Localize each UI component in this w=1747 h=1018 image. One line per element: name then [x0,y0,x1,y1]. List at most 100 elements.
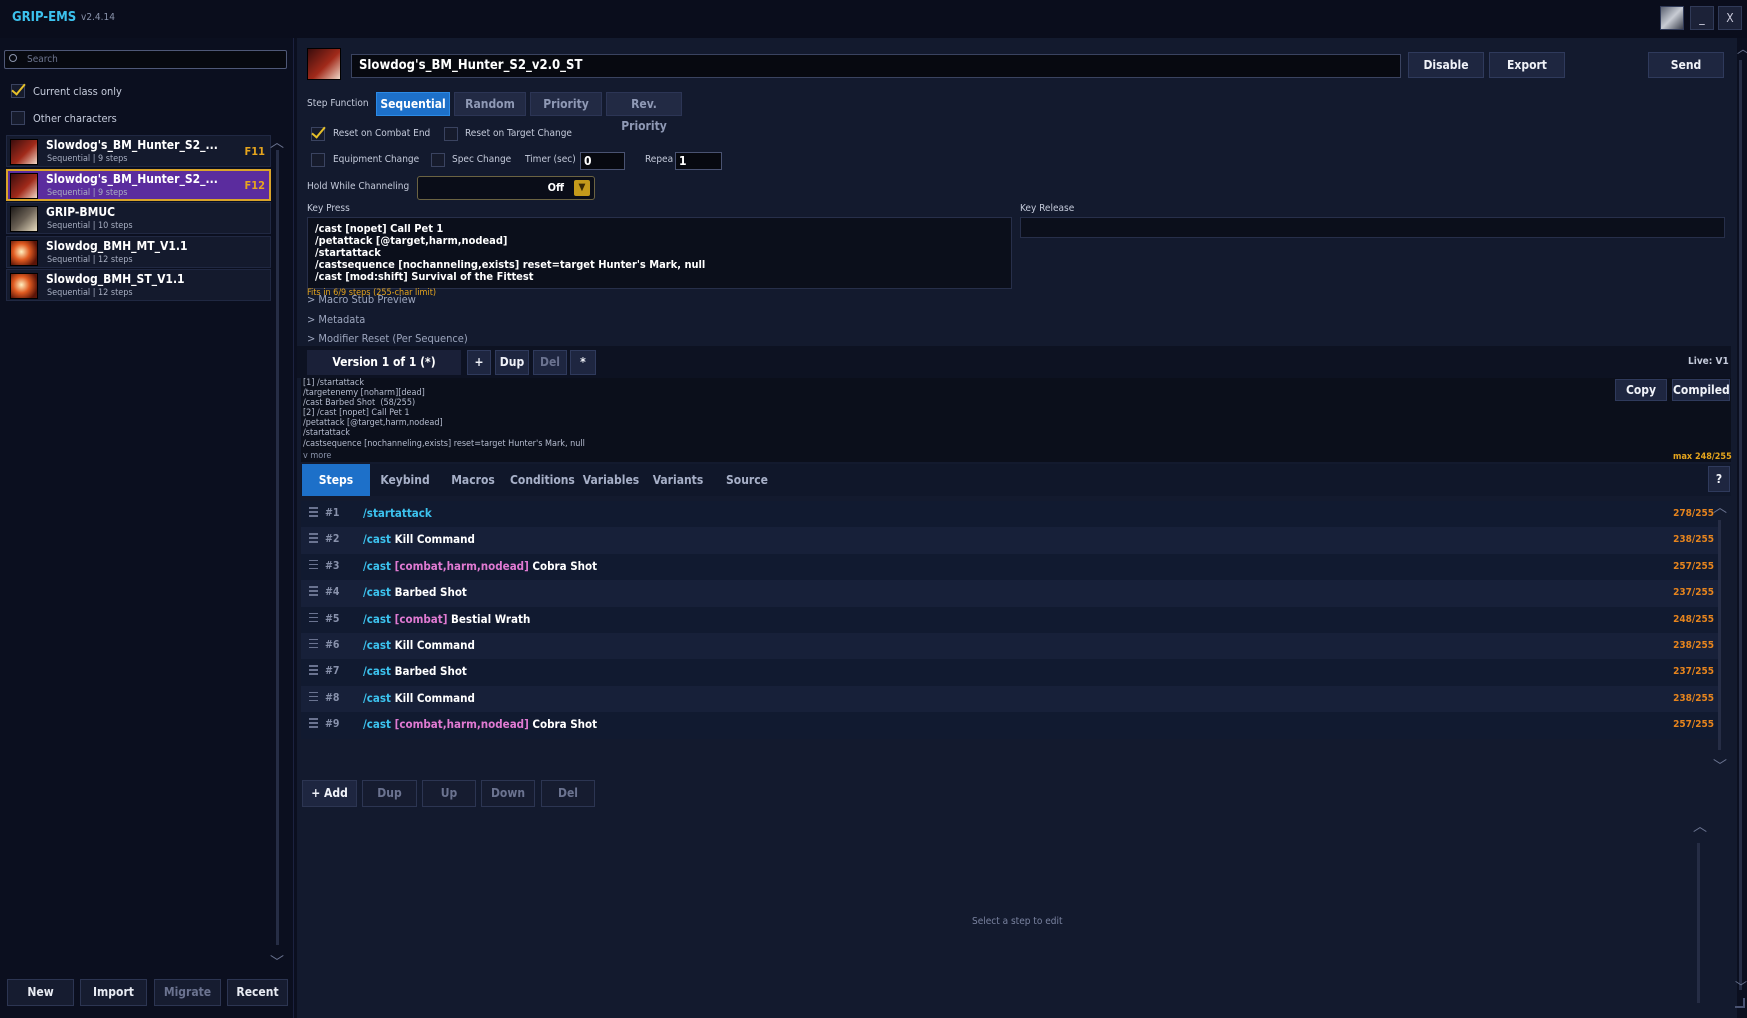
drag-handle-icon[interactable] [309,638,318,651]
main-scroll-down-icon[interactable]: ﹀ [1735,978,1747,995]
spec-change-checkbox[interactable] [431,153,445,167]
step-keyword: /cast [363,532,391,547]
minimap-icon[interactable] [1660,6,1684,30]
other-characters-checkbox[interactable] [11,111,25,125]
dup-step-button[interactable]: Dup [362,780,417,807]
drag-handle-icon[interactable] [309,665,318,677]
sequence-name: Slowdog's_BM_Hunter_S2_... [46,138,218,152]
reset-target-change-checkbox[interactable] [444,127,458,141]
tab-macros[interactable]: Macros [442,464,504,496]
hold-channeling-value: Off [547,181,564,194]
step-row[interactable]: #3/cast [combat,harm,nodead] Cobra Shot 2… [301,553,1718,581]
sequence-item[interactable]: Slowdog_BMH_ST_V1.1 Sequential | 12 step… [6,269,271,301]
version-label[interactable]: Version 1 of 1 (*) [307,350,461,375]
main-scroll-track[interactable] [1739,60,1742,990]
search-placeholder: Search [27,54,58,65]
step-row[interactable]: #1/startattack 278/255 [301,501,1718,528]
step-char-count: 237/255 [1673,587,1714,599]
timer-input[interactable]: 0 [580,152,625,170]
recent-button[interactable]: Recent [227,979,288,1006]
step-condition: [combat,harm,nodead] [394,558,529,573]
sequence-icon-large[interactable] [307,48,341,80]
drag-handle-icon[interactable] [309,691,318,704]
key-press-textarea[interactable]: /cast [nopet] Call Pet 1 /petattack [@ta… [307,217,1012,289]
version-dup-button[interactable]: Dup [495,350,529,375]
modifier-reset-section[interactable]: > Modifier Reset (Per Sequence) [307,332,468,345]
step-condition: [combat] [394,611,448,626]
tab-variables[interactable]: Variables [580,464,642,496]
tab-conditions[interactable]: Conditions [510,464,575,496]
minimize-button[interactable]: _ [1690,6,1714,30]
steps-scrollbar[interactable] [1718,520,1721,750]
copy-button[interactable]: Copy [1615,379,1667,401]
tab-keybind[interactable]: Keybind [374,464,436,496]
tab-source[interactable]: Source [716,464,778,496]
metadata-section[interactable]: > Metadata [307,313,365,326]
list-scroll-down-icon[interactable]: ﹀ [270,952,284,972]
del-step-button[interactable]: Del [541,780,595,807]
resize-grip-icon[interactable] [1735,998,1745,1008]
search-input[interactable]: Search [4,50,287,69]
drag-handle-icon[interactable] [309,559,318,572]
tab-variants[interactable]: Variants [647,464,709,496]
key-release-textarea[interactable] [1020,217,1725,238]
steps-scroll-down-icon[interactable]: ﹀ [1713,756,1727,776]
title-bar [0,0,1747,38]
sequence-item[interactable]: Slowdog's_BM_Hunter_S2_... Sequential | … [6,135,271,167]
step-char-count: 238/255 [1673,639,1714,651]
import-button[interactable]: Import [80,979,147,1006]
drag-handle-icon[interactable] [309,507,318,519]
version-add-button[interactable]: + [467,350,491,375]
close-button[interactable]: X [1718,6,1742,30]
repeat-input[interactable]: 1 [675,152,722,170]
up-step-button[interactable]: Up [422,780,476,807]
export-button[interactable]: Export [1489,52,1565,78]
help-button[interactable]: ? [1708,466,1730,492]
step-function-priority[interactable]: Priority [530,92,602,116]
main-scrollbar[interactable]: ︿ [1737,40,1747,1010]
sequence-item-selected[interactable]: Slowdog's_BM_Hunter_S2_... Sequential | … [6,168,271,201]
drag-handle-icon[interactable] [309,533,318,545]
steps-scroll-up-icon[interactable]: ︿ [1713,497,1727,517]
reset-combat-end-checkbox[interactable] [311,127,325,141]
down-step-button[interactable]: Down [481,780,535,807]
sequence-item[interactable]: Slowdog_BMH_MT_V1.1 Sequential | 12 step… [6,235,271,268]
tab-steps[interactable]: Steps [302,464,370,496]
send-button[interactable]: Send [1648,52,1724,78]
disable-button[interactable]: Disable [1408,52,1484,78]
version-star-button[interactable]: * [570,350,596,375]
sequence-name-input[interactable]: Slowdog's_BM_Hunter_S2_v2.0_ST [351,54,1401,78]
version-del-button[interactable]: Del [533,350,567,375]
hold-channeling-dropdown[interactable]: Off ▼ [417,176,595,200]
list-scroll-up-icon[interactable]: ︿ [270,132,284,152]
drag-handle-icon[interactable] [309,612,318,625]
current-class-checkbox[interactable] [11,84,25,98]
drag-handle-icon[interactable] [309,718,318,730]
editor-scroll-up-icon[interactable]: ︿ [1693,816,1707,836]
editor-scrollbar[interactable] [1697,843,1700,1003]
step-row[interactable]: #4/cast Barbed Shot 237/255 [301,580,1718,607]
migrate-button[interactable]: Migrate [154,979,221,1006]
sequence-list-scrollbar[interactable] [276,150,279,945]
step-row[interactable]: #7/cast Barbed Shot 237/255 [301,659,1718,686]
add-step-button[interactable]: + Add [302,780,357,807]
preview-more[interactable]: v more [303,451,331,461]
step-row[interactable]: #9/cast [combat,harm,nodead] Cobra Shot 2… [301,712,1718,739]
sequence-item[interactable]: GRIP-BMUC Sequential | 10 steps [6,202,271,234]
drag-handle-icon[interactable] [309,586,318,598]
step-spell: Cobra Shot [532,558,598,573]
step-function-rev-priority[interactable]: Rev. Priority [606,92,682,133]
step-function-sequential[interactable]: Sequential [376,92,450,116]
step-row[interactable]: #2/cast Kill Command 238/255 [301,527,1718,554]
step-row[interactable]: #8/cast Kill Command 238/255 [301,685,1718,713]
step-function-random[interactable]: Random [454,92,526,116]
step-spell: Barbed Shot [394,664,467,679]
macro-stub-section[interactable]: > Macro Stub Preview [307,293,416,306]
compiled-button[interactable]: Compiled [1672,379,1730,401]
equipment-change-checkbox[interactable] [311,153,325,167]
main-scroll-up-icon[interactable]: ︿ [1737,40,1747,57]
step-row[interactable]: #6/cast Kill Command 238/255 [301,632,1718,660]
step-row[interactable]: #5/cast [combat] Bestial Wrath 248/255 [301,606,1718,633]
step-number: #2 [325,533,340,546]
new-button[interactable]: New [7,979,74,1006]
